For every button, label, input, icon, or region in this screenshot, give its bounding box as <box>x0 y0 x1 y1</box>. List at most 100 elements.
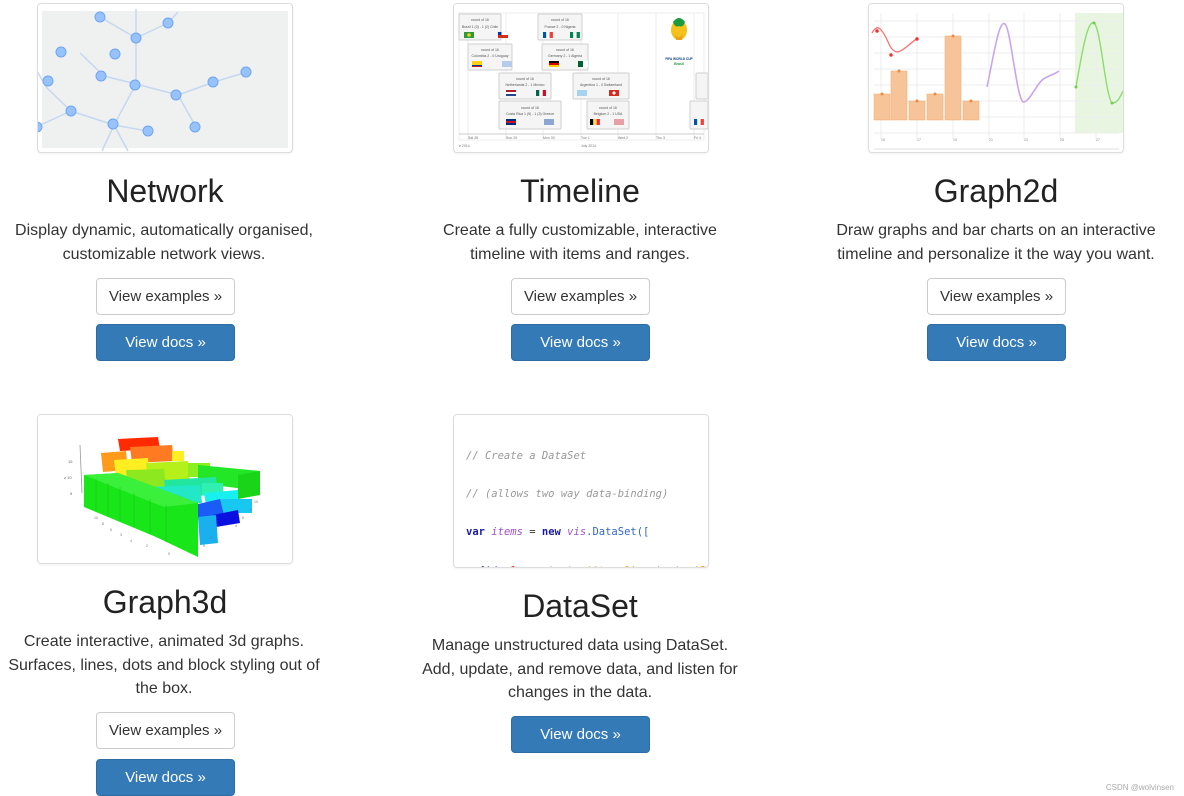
code-variable: items <box>491 526 523 539</box>
view-examples-button[interactable]: View examples » <box>511 278 650 315</box>
view-docs-button[interactable]: View docs » <box>511 324 650 361</box>
svg-text:Mon 30: Mon 30 <box>543 136 555 140</box>
code-punct: id: <box>485 565 510 567</box>
view-docs-button[interactable]: View docs » <box>927 324 1066 361</box>
code-class: .DataSet([ <box>586 526 650 539</box>
card-description: Create a fully customizable, interactive… <box>414 219 746 266</box>
svg-text:27: 27 <box>1096 138 1100 142</box>
view-docs-button[interactable]: View docs » <box>511 716 650 753</box>
description-line: customizable network views. <box>62 245 266 263</box>
svg-text:10: 10 <box>254 500 258 504</box>
svg-text:Fri 4: Fri 4 <box>694 136 701 140</box>
code-token: '201 <box>694 565 708 567</box>
code-punct: content: <box>529 565 586 567</box>
graph3d-bars-image: 15 z 10 5 1086 342 002 46810 <box>38 415 292 563</box>
network-thumbnail[interactable] <box>37 3 293 153</box>
svg-text:round of 16: round of 16 <box>521 106 539 110</box>
code-keyword: var <box>466 526 485 539</box>
code-rows: {id: 1, content: 'item 1', start: '201 {… <box>466 565 708 567</box>
svg-text:Thu 3: Thu 3 <box>656 136 665 140</box>
svg-text:25: 25 <box>1060 138 1064 142</box>
card-timeline: round of 16 Brazil 1 (3) - 1 (2) Chile r… <box>414 0 746 400</box>
svg-text:e 2014: e 2014 <box>459 144 470 148</box>
graph2d-thumbnail[interactable]: 15 17 19 21 23 25 27 <box>868 3 1124 153</box>
svg-text:8: 8 <box>102 522 104 526</box>
dataset-code-snippet: // Create a DataSet // (allows two way d… <box>466 424 708 567</box>
svg-text:round of 16: round of 16 <box>481 48 499 52</box>
svg-text:round of 16: round of 16 <box>516 77 534 81</box>
svg-text:Sat 28: Sat 28 <box>468 136 478 140</box>
watermark: CSDN @wolvinsen <box>1105 783 1174 792</box>
description-line: the box. <box>135 680 193 697</box>
card-description: Display dynamic, automatically organised… <box>0 219 330 266</box>
timeline-thumbnail[interactable]: round of 16 Brazil 1 (3) - 1 (2) Chile r… <box>453 3 709 153</box>
svg-text:round of 16: round of 16 <box>471 18 489 22</box>
svg-text:Germany 2 - 1 Algeria: Germany 2 - 1 Algeria <box>548 54 582 58</box>
card-description: Draw graphs and bar charts on an interac… <box>826 219 1166 266</box>
code-row: {id: 1, content: 'item 1', start: '201 <box>466 565 708 567</box>
code-comment: // (allows two way data-binding) <box>466 487 669 500</box>
svg-text:round of 16: round of 16 <box>556 48 574 52</box>
svg-text:10: 10 <box>94 516 98 520</box>
svg-text:23: 23 <box>1024 138 1028 142</box>
card-title: DataSet <box>522 588 638 624</box>
svg-text:July 2014: July 2014 <box>581 144 596 148</box>
description-line: Manage unstructured data using DataSet. <box>431 637 729 654</box>
view-docs-button[interactable]: View docs » <box>96 759 235 796</box>
svg-text:France 2 - 0 Nigeria: France 2 - 0 Nigeria <box>545 25 576 29</box>
code-punct: , <box>637 565 650 567</box>
svg-text:17: 17 <box>917 138 921 142</box>
card-title: Timeline <box>520 173 640 209</box>
svg-text:6: 6 <box>242 516 244 520</box>
svg-text:0: 0 <box>168 552 170 556</box>
view-examples-button[interactable]: View examples » <box>96 712 235 749</box>
description-line: timeline and personalize it the way you … <box>837 245 1155 263</box>
svg-text:19: 19 <box>953 138 957 142</box>
svg-text:z 10: z 10 <box>64 475 72 480</box>
svg-text:round of 16: round of 16 <box>599 106 617 110</box>
dataset-thumbnail[interactable]: // Create a DataSet // (allows two way d… <box>453 414 709 568</box>
svg-text:0: 0 <box>203 544 205 548</box>
card-title: Graph3d <box>102 584 228 620</box>
card-title: Graph2d <box>933 173 1059 209</box>
code-token: 'item 1' <box>586 565 637 567</box>
svg-text:8: 8 <box>250 508 252 512</box>
svg-text:2: 2 <box>146 544 148 548</box>
svg-text:Costa Rica 1 (5) - 1 (3) Greec: Costa Rica 1 (5) - 1 (3) Greece <box>506 112 554 116</box>
view-docs-button[interactable]: View docs » <box>96 324 235 361</box>
code-declaration: var items = new vis.DataSet([ <box>466 526 650 539</box>
description-line: Surfaces, lines, dots and block styling … <box>8 656 320 674</box>
svg-text:15: 15 <box>881 138 885 142</box>
svg-text:Brazil 1 (3) - 1 (2) Chile: Brazil 1 (3) - 1 (2) Chile <box>462 25 498 29</box>
code-comment: // Create a DataSet <box>466 449 587 462</box>
card-dataset: // Create a DataSet // (allows two way d… <box>414 410 746 796</box>
svg-text:FIFA WORLD CUP: FIFA WORLD CUP <box>665 57 693 61</box>
view-examples-button[interactable]: View examples » <box>96 278 235 315</box>
svg-text:15: 15 <box>68 459 73 464</box>
description-line: Display dynamic, automatically organised… <box>15 222 313 239</box>
network-graph-image <box>38 9 288 152</box>
card-graph2d: 15 17 19 21 23 25 27 Graph2d Draw graphs… <box>826 0 1166 400</box>
card-title: Network <box>106 173 224 209</box>
svg-text:21: 21 <box>989 138 993 142</box>
view-examples-button[interactable]: View examples » <box>927 278 1066 315</box>
code-punct: , <box>517 565 530 567</box>
code-keyword: new <box>541 526 561 539</box>
description-line: Draw graphs and bar charts on an interac… <box>836 222 1156 239</box>
svg-text:Netherlands 2 - 1 Mexico: Netherlands 2 - 1 Mexico <box>506 83 545 87</box>
svg-text:3: 3 <box>120 533 122 537</box>
graph2d-chart-image: 15 17 19 21 23 25 27 <box>869 4 1123 152</box>
svg-text:Belgium 2 - 1 USA: Belgium 2 - 1 USA <box>594 112 623 116</box>
description-line: changes in the data. <box>507 684 653 701</box>
svg-text:6: 6 <box>110 528 112 532</box>
svg-text:Sun 29: Sun 29 <box>506 136 517 140</box>
svg-text:round of 16: round of 16 <box>551 18 569 22</box>
graph3d-thumbnail[interactable]: 15 z 10 5 10 8 6 3 4 2 0 0 2 4 6 8 10 <box>37 414 293 564</box>
svg-text:Tue 1: Tue 1 <box>581 136 590 140</box>
svg-text:Colombia 2 - 0 Uruguay: Colombia 2 - 0 Uruguay <box>472 54 509 58</box>
card-graph3d: 15 z 10 5 10 8 6 3 4 2 0 0 2 4 6 8 10 Gr… <box>0 410 330 796</box>
card-description: Create interactive, animated 3d graphs. … <box>0 630 330 701</box>
svg-text:Brasil: Brasil <box>674 62 684 66</box>
description-line: Create a fully customizable, interactive <box>443 222 717 239</box>
svg-text:4: 4 <box>235 524 237 528</box>
